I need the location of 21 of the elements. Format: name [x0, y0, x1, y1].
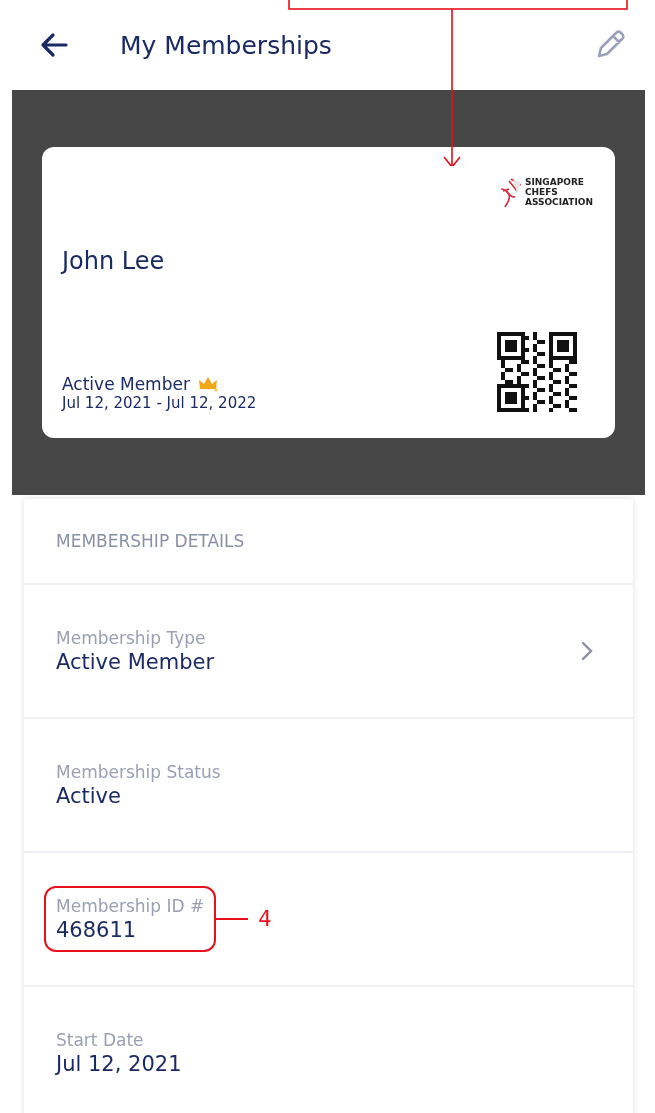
membership-type-row[interactable]: Membership Type Active Member: [24, 585, 633, 719]
field-label: Start Date: [56, 1030, 145, 1050]
field-value: Jul 12, 2021: [56, 1052, 183, 1076]
membership-period: Jul 12, 2021 - Jul 12, 2022: [62, 394, 258, 412]
callout-number: 4: [258, 907, 272, 931]
field-label: Membership Type: [56, 628, 207, 648]
section-heading: MEMBERSHIP DETAILS: [56, 531, 245, 551]
page-title: My Memberships: [120, 30, 333, 60]
field-label: Membership Status: [56, 762, 222, 782]
field-label: Membership ID #: [56, 896, 205, 916]
field-value: Active: [56, 784, 122, 808]
membership-type: Active Member: [62, 374, 190, 394]
member-name: John Lee: [62, 247, 166, 275]
qr-code-icon: [496, 332, 577, 412]
logo-text: CHEFS: [524, 188, 559, 198]
logo-text: SINGAPORE: [524, 178, 585, 188]
field-value: Active Member: [56, 650, 215, 674]
chevron-right-icon: [581, 641, 593, 661]
logo-text: ASSOCIATION: [524, 197, 593, 208]
crown-icon: [197, 376, 218, 392]
field-value: 468611: [56, 918, 138, 942]
